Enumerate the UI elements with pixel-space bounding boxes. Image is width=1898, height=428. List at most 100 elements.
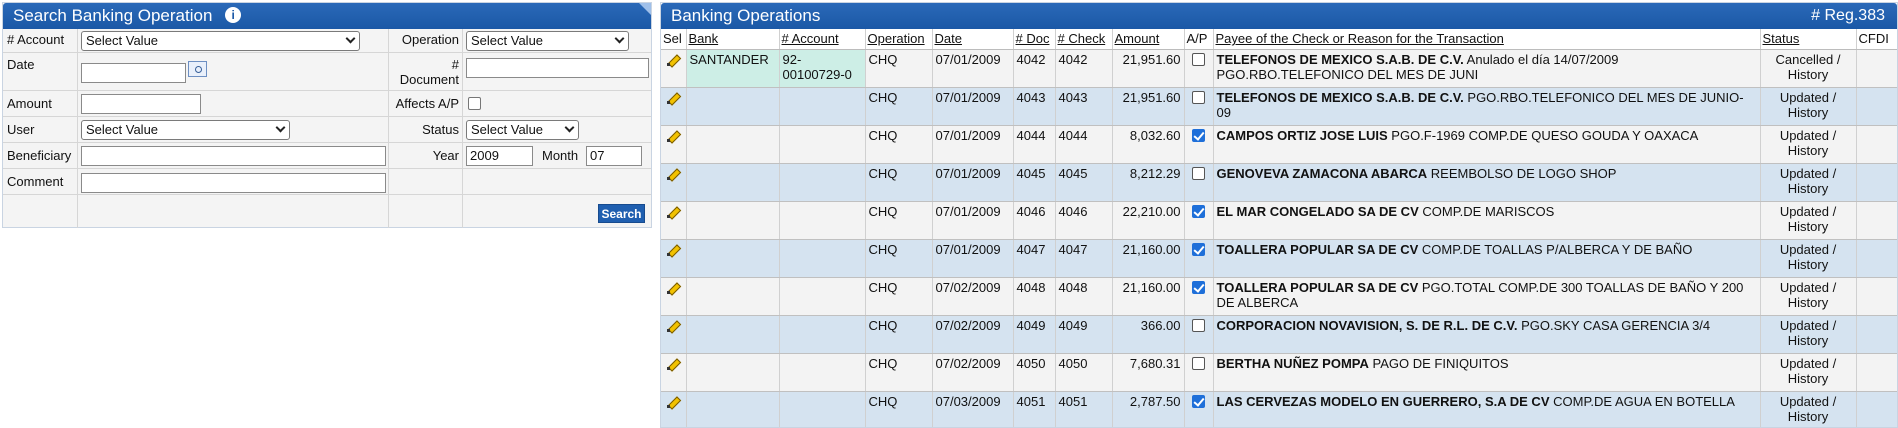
edit-pencil-icon[interactable] [667,168,679,180]
edit-pencil-icon[interactable] [667,320,679,332]
help-icon[interactable]: i [225,7,242,23]
date-cell: 07/01/2009 [932,163,1014,202]
column-header-status[interactable]: Status [1760,29,1857,50]
search-button[interactable]: Search [598,204,645,223]
cfdi-cell [1856,391,1897,427]
ap-checkbox[interactable] [1192,52,1205,66]
table-row[interactable]: CHQ 07/01/2009 4047 4047 21,160.00 TOALLERA P… [661,239,1897,278]
edit-pencil-icon[interactable] [667,282,679,294]
select-cell[interactable] [661,315,687,354]
cfdi-cell [1856,163,1897,202]
check-cell: 4050 [1055,353,1113,392]
column-header-bank[interactable]: Bank [686,29,780,50]
select-cell[interactable] [661,125,687,164]
cfdi-cell [1856,49,1897,88]
operation-label: Operation [401,32,459,47]
table-row[interactable]: CHQ 07/02/2009 4049 4049 366.00 CORPORACION N… [661,315,1897,354]
amount-cell: 7,680.31 [1112,353,1185,392]
check-cell: 4049 [1055,315,1113,354]
table-row[interactable]: CHQ 07/01/2009 4043 4043 21,951.60 TELEFONOS … [661,87,1897,126]
date-input[interactable] [81,63,186,83]
calendar-icon[interactable] [188,61,207,77]
ap-checkbox[interactable] [1192,90,1205,104]
table-row[interactable]: CHQ 07/03/2009 4051 4051 2,787.50 LAS CERVEZA… [661,391,1897,427]
operation-select[interactable]: Select Value [466,31,629,51]
amount-cell: 2,787.50 [1112,391,1185,427]
affects-ap-checkbox[interactable] [468,97,481,110]
select-cell[interactable] [661,353,687,392]
operation-cell: CHQ [865,49,933,88]
column-header-operation[interactable]: Operation [865,29,933,50]
user-select[interactable]: Select Value [81,120,290,140]
payee-cell: BERTHA NUÑEZ POMPA PAGO DE FINIQUITOS [1213,353,1761,392]
bank-cell: SANTANDER [686,49,780,88]
edit-pencil-icon[interactable] [667,396,679,408]
account-select[interactable]: Select Value [81,31,360,51]
table-row[interactable]: CHQ 07/01/2009 4046 4046 22,210.00 EL MAR CON… [661,201,1897,240]
amount-cell: 21,160.00 [1112,239,1185,278]
table-row[interactable]: CHQ 07/02/2009 4048 4048 21,160.00 TOALLERA P… [661,277,1897,316]
date-cell: 07/01/2009 [932,87,1014,126]
column-header-account[interactable]: # Account [779,29,866,50]
date-cell: 07/02/2009 [932,277,1014,316]
status-cell: Updated / History [1760,163,1857,202]
ap-cell [1184,87,1214,126]
operation-cell: CHQ [865,277,933,316]
year-input[interactable]: 2009 [466,146,533,166]
account-cell [779,87,866,126]
edit-pencil-icon[interactable] [667,244,679,256]
ap-checkbox[interactable] [1192,242,1205,256]
select-cell[interactable] [661,49,687,88]
document-input[interactable] [466,58,649,78]
doc-cell: 4050 [1013,353,1056,392]
transaction-reason: PGO.F-1969 COMP.DE QUESO GOUDA Y OAXACA [1387,127,1699,143]
select-cell[interactable] [661,277,687,316]
edit-pencil-icon[interactable] [667,358,679,370]
payee-name: TELEFONOS DE MEXICO S.A.B. DE C.V. [1216,51,1464,67]
status-cell: Updated / History [1760,239,1857,278]
column-header-payee[interactable]: Payee of the Check or Reason for the Tra… [1213,29,1761,50]
amount-cell: 22,210.00 [1112,201,1185,240]
edit-pencil-icon[interactable] [667,92,679,104]
edit-pencil-icon[interactable] [667,130,679,142]
select-cell[interactable] [661,201,687,240]
status-label: Status [422,122,459,137]
column-header-check[interactable]: # Check [1055,29,1113,50]
ap-checkbox[interactable] [1192,280,1205,294]
comment-input[interactable] [81,173,386,193]
ap-checkbox[interactable] [1192,166,1205,180]
ap-checkbox[interactable] [1192,318,1205,332]
date-label: Date [7,57,35,72]
ap-checkbox[interactable] [1192,394,1205,408]
edit-pencil-icon[interactable] [667,206,679,218]
ap-checkbox[interactable] [1192,204,1205,218]
doc-cell: 4046 [1013,201,1056,240]
amount-cell: 21,160.00 [1112,277,1185,316]
table-row[interactable]: CHQ 07/01/2009 4045 4045 8,212.29 GENOVEVA ZA… [661,163,1897,202]
column-header-doc[interactable]: # Doc [1013,29,1056,50]
select-cell[interactable] [661,163,687,202]
status-select[interactable]: Select Value [466,120,579,140]
ap-checkbox[interactable] [1192,128,1205,142]
table-row[interactable]: CHQ 07/02/2009 4050 4050 7,680.31 BERTHA NUÑE… [661,353,1897,392]
select-cell[interactable] [661,87,687,126]
search-panel-header: Search Banking Operation i [3,3,651,29]
collapse-corner-icon[interactable] [639,3,651,15]
select-cell[interactable] [661,239,687,278]
column-header-amount[interactable]: Amount [1112,29,1185,50]
table-row[interactable]: CHQ 07/01/2009 4044 4044 8,032.60 CAMPOS ORTI… [661,125,1897,164]
edit-pencil-icon[interactable] [667,54,679,66]
cfdi-cell [1856,239,1897,278]
select-cell[interactable] [661,391,687,427]
payee-name: CAMPOS ORTIZ JOSE LUIS [1216,127,1388,143]
month-input[interactable]: 07 [586,146,642,166]
account-cell [779,125,866,164]
column-header-date[interactable]: Date [932,29,1014,50]
amount-cell: 8,032.60 [1112,125,1185,164]
date-cell: 07/01/2009 [932,239,1014,278]
user-select-value: Select Value [86,122,159,137]
amount-input[interactable] [81,94,201,114]
ap-checkbox[interactable] [1192,356,1205,370]
table-row[interactable]: SANTANDER 92-00100729-0 CHQ 07/01/2009 4042 4… [661,49,1897,88]
beneficiary-input[interactable] [81,146,386,166]
